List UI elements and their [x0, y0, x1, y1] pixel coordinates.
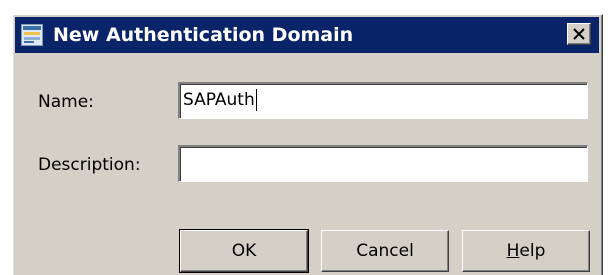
cancel-button-label: Cancel	[356, 241, 414, 261]
ok-button-label: OK	[231, 241, 257, 261]
name-field-value: SAPAuth	[183, 90, 255, 110]
new-authentication-domain-dialog: New Authentication Domain Name: SAPAuth …	[12, 14, 603, 275]
description-field[interactable]	[178, 145, 588, 182]
close-icon	[573, 28, 585, 40]
help-button[interactable]: Help	[462, 230, 590, 272]
close-button[interactable]	[567, 23, 591, 45]
help-mnemonic: H	[506, 241, 520, 261]
dialog-title: New Authentication Domain	[53, 24, 354, 46]
name-label: Name:	[38, 92, 94, 112]
ok-button[interactable]: OK	[179, 229, 309, 273]
description-label: Description:	[38, 155, 141, 175]
help-button-label: elp	[519, 241, 546, 261]
app-icon	[21, 24, 43, 46]
title-bar[interactable]: New Authentication Domain	[15, 17, 599, 53]
text-caret	[255, 89, 257, 111]
cancel-button[interactable]: Cancel	[321, 230, 449, 272]
name-field[interactable]: SAPAuth	[178, 82, 588, 119]
